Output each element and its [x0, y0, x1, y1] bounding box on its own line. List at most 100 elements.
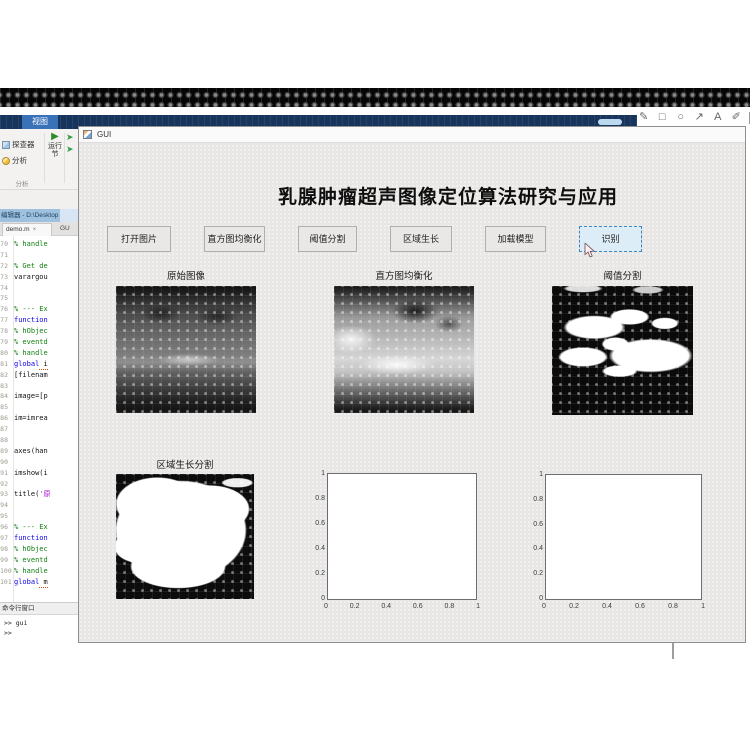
x-tick-label: 0.8: [444, 603, 455, 610]
ribbon-section-label: 分析: [15, 181, 29, 188]
code-line: 86 im=imrea: [0, 413, 78, 424]
code-text: title(: [14, 490, 40, 499]
line-number: 99: [0, 555, 8, 564]
line-number: 77: [0, 316, 8, 325]
gui-figure-window: GUI 乳腺肿瘤超声图像定位算法研究与应用 打开图片 直方图均衡化 阈值分割 区…: [78, 126, 746, 643]
text-icon[interactable]: A: [712, 110, 724, 125]
panel-title-histeq: 直方图均衡化: [375, 271, 433, 282]
code-text: % hObjec: [14, 544, 48, 553]
command-window[interactable]: >> gui >>: [0, 615, 78, 658]
ribbon-tab-view[interactable]: 视图: [22, 115, 58, 129]
threshold-segmented-image: [552, 286, 693, 415]
gui-title-bar[interactable]: GUI: [79, 127, 745, 143]
marker-icon[interactable]: ✐: [731, 110, 743, 125]
button-histogram-equalization[interactable]: 直方图均衡化: [204, 226, 265, 252]
window-edge-line: [672, 643, 674, 659]
button-open-image[interactable]: 打开图片: [107, 226, 171, 252]
y-axis-ticks: 1 0.8 0.6 0.4 0.2 0: [528, 471, 543, 603]
profiler-icon: [2, 140, 10, 149]
line-number: 81: [0, 359, 8, 368]
panel-title-threshold: 阈值分割: [603, 271, 642, 282]
profiler-label: 探查器: [12, 140, 35, 149]
analyze-label: 分析: [12, 156, 27, 165]
gui-window-title: GUI: [97, 130, 112, 139]
ribbon-separator: [64, 133, 65, 183]
profiler-button[interactable]: 探查器: [2, 139, 35, 150]
line-number: 71: [0, 250, 8, 259]
button-load-model[interactable]: 加载模型: [485, 226, 546, 252]
tab-close-icon[interactable]: ×: [29, 226, 36, 233]
x-axis-ticks: 0 0.2 0.4 0.6 0.8 1: [542, 603, 705, 611]
x-tick-label: 0: [542, 603, 546, 610]
code-text: % Get de: [14, 261, 48, 270]
code-text: global: [14, 359, 40, 368]
y-tick-label: 0: [539, 594, 543, 602]
annotation-toolbar: ✎ □ ○ ↗ A ✐: [638, 109, 750, 126]
code-line: 92: [0, 479, 78, 490]
ribbon-separator: [44, 133, 45, 183]
line-number: 90: [0, 457, 8, 466]
code-text: % eventd: [14, 555, 48, 564]
code-text: image=[p: [14, 392, 48, 401]
code-text-2: m: [39, 577, 48, 588]
screen: 视图 ✎ □ ○ ↗ A ✐ 探查器 分析 ▶ 运行 节 ➤ ➤ 分析 编辑器 …: [0, 0, 750, 750]
run-section-label-2: 节: [51, 151, 59, 158]
tab-demo-m[interactable]: demo.m ×: [2, 223, 52, 236]
line-number: 84: [0, 392, 8, 401]
pencil-icon[interactable]: ✎: [638, 110, 650, 125]
rectangle-icon[interactable]: □: [657, 110, 669, 125]
x-tick-label: 1: [701, 603, 705, 610]
line-number: 76: [0, 305, 8, 314]
code-line: 94: [0, 500, 78, 511]
x-tick-label: 0.4: [381, 603, 392, 610]
code-line: 95: [0, 511, 78, 522]
run-advance-icon: ➤: [66, 132, 74, 142]
line-number: 78: [0, 327, 8, 336]
code-text: % handle: [14, 348, 48, 357]
code-text-2: i: [39, 359, 48, 370]
code-text: % hObjec: [14, 327, 48, 336]
code-line: 74: [0, 283, 78, 294]
button-region-growing[interactable]: 区域生长: [390, 226, 452, 252]
x-tick-label: 0.4: [602, 603, 612, 610]
x-tick-label: 0.2: [349, 603, 360, 610]
code-editor[interactable]: 70 % handle 71 72 % Get de 73 varargou 7…: [0, 236, 78, 602]
code-line: 91 imshow(i: [0, 468, 78, 479]
editor-title-bar[interactable]: 编辑器 - D:\Desktop: [0, 209, 78, 222]
original-ultrasound-image: [116, 286, 256, 413]
figure-icon: [83, 130, 92, 139]
code-text: global: [14, 577, 40, 586]
code-line: 96 % --- Ex: [0, 522, 78, 533]
code-line: 87: [0, 424, 78, 435]
empty-axes-1: 1 0.8 0.6 0.4 0.2 0 0 0.2 0.4 0.6 0.8 1: [315, 470, 480, 610]
command-window-header[interactable]: 命令行窗口: [0, 602, 78, 615]
arrow-icon[interactable]: ↗: [694, 110, 706, 125]
run-advance-buttons[interactable]: ➤ ➤: [66, 133, 74, 154]
code-line: 97 function: [0, 533, 78, 544]
analyze-icon: [2, 156, 10, 165]
code-line: 72 % Get de: [0, 261, 78, 272]
y-tick-label: 0.6: [533, 520, 543, 528]
line-number: 73: [0, 272, 8, 281]
line-number: 83: [0, 381, 8, 390]
line-number: 97: [0, 534, 8, 543]
line-number: 91: [0, 468, 8, 477]
code-line: 88: [0, 435, 78, 446]
code-line: 83: [0, 381, 78, 392]
button-threshold-segmentation[interactable]: 阈值分割: [298, 226, 357, 252]
black-dotted-strip: [0, 88, 750, 107]
line-number: 75: [0, 294, 8, 303]
code-line: 77 function: [0, 315, 78, 326]
code-text: function: [14, 534, 48, 543]
run-section-button[interactable]: ▶ 运行 节: [46, 131, 64, 159]
ellipse-icon[interactable]: ○: [675, 110, 687, 125]
analyze-button[interactable]: 分析: [2, 155, 27, 166]
line-number: 93: [0, 490, 8, 499]
code-text: function: [14, 316, 48, 325]
command-line: >> gui: [4, 619, 28, 627]
tab-gui[interactable]: GU: [56, 223, 78, 236]
code-line: 100 % handle: [0, 566, 78, 577]
